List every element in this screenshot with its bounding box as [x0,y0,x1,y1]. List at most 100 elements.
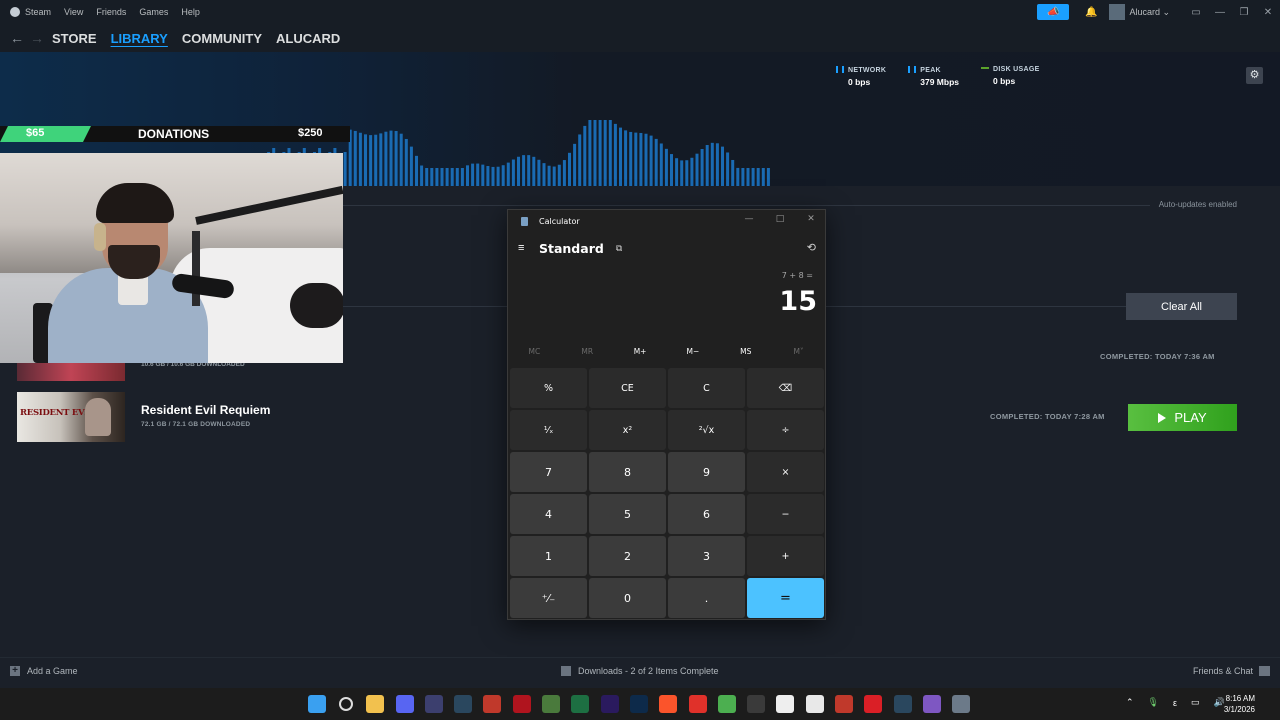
memory-button[interactable]: M˅ [772,347,825,361]
calc-key[interactable]: 1 [510,536,587,576]
notifications-bell-icon[interactable]: 🔔 [1083,4,1099,20]
calc-key[interactable]: ÷ [747,410,824,450]
maximize-icon[interactable]: □ [773,214,787,224]
calc-key[interactable]: = [747,578,824,618]
app-eu-icon[interactable] [483,695,502,713]
big-picture-icon[interactable]: ▭ [1184,7,1208,18]
photoshop-icon[interactable] [629,695,648,713]
bandwidth-bar [501,165,505,186]
downloads-status-button[interactable]: Downloads - 2 of 2 Items Complete [561,666,719,676]
calc-key[interactable]: ⌫ [747,368,824,408]
friends-chat-button[interactable]: Friends & Chat [1193,666,1270,676]
file-explorer-icon[interactable] [366,695,385,713]
calc-key[interactable]: 5 [589,494,666,534]
calc-key[interactable]: 4 [510,494,587,534]
close-icon[interactable]: ✕ [804,214,818,224]
razer-icon[interactable] [512,695,531,713]
menu-steam[interactable]: Steam [25,7,51,17]
calc-key[interactable]: ²√x [668,410,745,450]
grid-app-icon[interactable] [922,695,941,713]
announcements-button[interactable]: 📣 [1037,4,1070,20]
calculator-titlebar[interactable]: Calculator — □ ✕ [508,210,825,232]
calc-key[interactable]: ¹⁄ₓ [510,410,587,450]
menu-view[interactable]: View [64,7,83,17]
memory-button[interactable]: M− [666,347,719,361]
calc-key[interactable]: 9 [668,452,745,492]
tab-store[interactable]: STORE [52,31,97,46]
hamburger-menu-icon[interactable]: ≡ [518,242,528,254]
tab-library[interactable]: LIBRARY [111,31,168,46]
calculator-icon[interactable] [952,695,971,713]
menu-help[interactable]: Help [181,7,200,17]
calc-key[interactable]: 6 [668,494,745,534]
calc-key[interactable]: + [747,536,824,576]
download-settings-gear-icon[interactable]: ⚙ [1246,67,1263,84]
steam2-icon[interactable] [893,695,912,713]
chrome-icon[interactable] [717,695,736,713]
add-game-label: Add a Game [27,666,78,676]
back-arrow-icon[interactable]: ← [10,30,24,46]
keep-on-top-icon[interactable]: ⧉ [616,243,622,254]
downloads-icon [561,666,571,676]
memory-button[interactable]: MR [561,347,614,361]
maximize-icon[interactable]: ❐ [1232,7,1256,18]
obs-icon[interactable] [747,695,766,713]
language-icon[interactable]: ε [1173,698,1177,708]
calc-key[interactable]: x² [589,410,666,450]
user-menu[interactable]: Alucard ⌄ [1109,4,1170,20]
previous-game-thumbnail[interactable] [17,360,125,381]
media-player-icon[interactable] [424,695,443,713]
brave-icon[interactable] [659,695,678,713]
calc-key[interactable]: . [668,578,745,618]
game-thumbnail[interactable]: RESIDENT EVIL [17,392,125,442]
friends-chat-icon [1259,666,1270,676]
chevron-up-icon[interactable]: ⌃ [1126,697,1134,708]
messenger-icon[interactable] [805,695,824,713]
start-icon[interactable] [308,695,326,713]
calc-key[interactable]: 8 [589,452,666,492]
downloads-status-label: Downloads - 2 of 2 Items Complete [578,666,719,676]
calc-key[interactable]: 7 [510,452,587,492]
add-game-button[interactable]: + Add a Game [10,666,78,676]
menu-friends[interactable]: Friends [96,7,126,17]
microphone-icon[interactable]: 🎙 [1148,697,1159,708]
calc-key[interactable]: % [510,368,587,408]
calc-key[interactable]: CE [589,368,666,408]
adobe-icon[interactable] [688,695,707,713]
bandwidth-bar [445,168,449,186]
game-title[interactable]: Resident Evil Requiem [141,403,270,417]
webcam-headset [94,223,106,251]
clear-all-button[interactable]: Clear All [1126,293,1237,320]
premiere-icon[interactable] [600,695,619,713]
network-icon[interactable]: ▭ [1191,697,1200,708]
minimize-icon[interactable]: — [1208,7,1232,18]
tab-profile[interactable]: ALUCARD [276,31,340,46]
play-button[interactable]: PLAY [1128,404,1237,431]
search-icon[interactable] [339,697,354,711]
discord-icon[interactable] [395,695,414,713]
memory-button[interactable]: MC [508,347,561,361]
calculator-expression: 7 + 8 = [781,271,813,280]
calc-key[interactable]: 3 [668,536,745,576]
steam-icon[interactable] [454,695,473,713]
calc-key[interactable]: C [668,368,745,408]
memory-button[interactable]: MS [719,347,772,361]
tab-community[interactable]: COMMUNITY [182,31,262,46]
minimize-icon[interactable]: — [742,214,756,224]
calc-key[interactable]: ⁺⁄₋ [510,578,587,618]
creative-cloud-icon[interactable] [864,695,883,713]
history-icon[interactable]: ⟲ [807,241,816,254]
calc-key[interactable]: − [747,494,824,534]
close-icon[interactable]: ✕ [1256,7,1280,18]
capcut-icon[interactable] [776,695,795,713]
taskbar-clock[interactable]: 8:16 AM 3/1/2026 [1224,693,1255,715]
calc-key[interactable]: × [747,452,824,492]
forward-arrow-icon[interactable]: → [30,30,44,46]
calc-key[interactable]: 0 [589,578,666,618]
menu-games[interactable]: Games [139,7,168,17]
pixel-app-icon[interactable] [542,695,561,713]
excel-icon[interactable] [571,695,590,713]
memory-button[interactable]: M+ [614,347,667,361]
app-eu2-icon[interactable] [835,695,854,713]
calc-key[interactable]: 2 [589,536,666,576]
